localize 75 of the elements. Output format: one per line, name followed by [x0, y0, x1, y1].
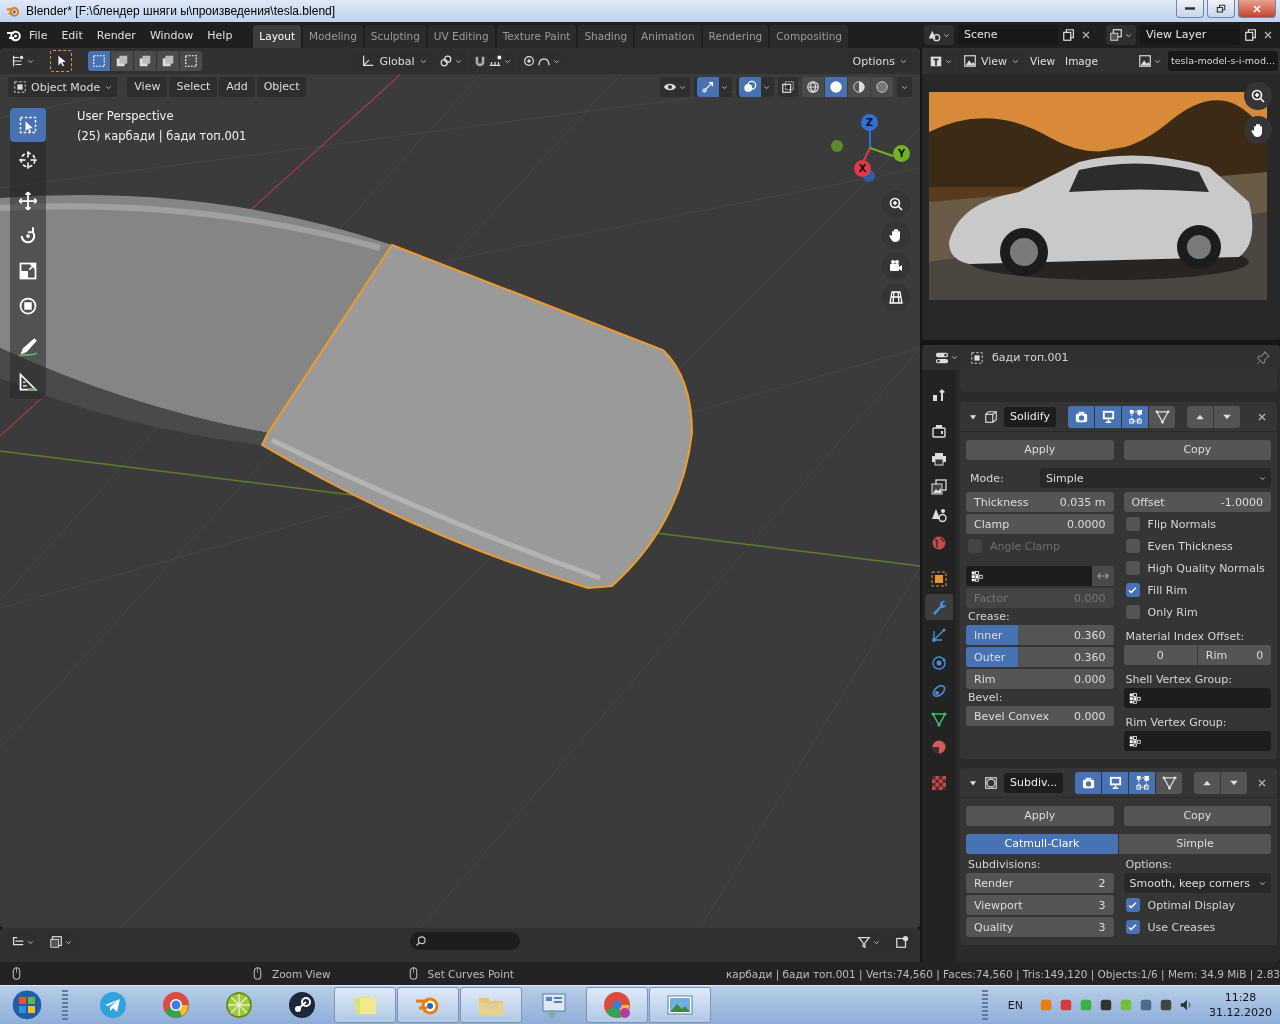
menu-item[interactable]: View — [1026, 55, 1060, 67]
workspace-tab[interactable]: Rendering — [702, 25, 769, 48]
menu-item[interactable]: Window — [142, 28, 201, 42]
checkbox-label: High Quality Normals — [1147, 561, 1265, 575]
window-title: Blender* [F:\блендер шняги ы\произведения\tesla.blend] — [26, 4, 337, 18]
language-indicator[interactable]: EN — [1007, 998, 1023, 1012]
menu-item[interactable]: File — [22, 28, 55, 42]
checkbox-label: Fill Rim — [1147, 583, 1188, 597]
menu-button[interactable]: Add — [219, 77, 255, 97]
scene-field[interactable]: Scene — [958, 25, 1058, 45]
view-layer-field[interactable]: View Layer — [1140, 25, 1240, 45]
section-label: Material Index Offset: — [1124, 630, 1246, 643]
clock-time[interactable]: 11:28 — [1224, 991, 1257, 1004]
workspace-tab[interactable]: Modeling — [303, 25, 363, 48]
hint-text: Set Curves Point — [427, 967, 514, 980]
section-label: Options: — [1124, 858, 1173, 871]
number-field[interactable]: Bevel Convex 0.000 — [966, 706, 1114, 726]
checkbox-label: Flip Normals — [1147, 517, 1216, 531]
slider[interactable]: Inner 0.360 — [966, 625, 1114, 645]
menu-item[interactable]: Help — [200, 28, 240, 42]
axis-handle[interactable]: Y — [893, 145, 910, 162]
action-button[interactable]: Apply — [966, 440, 1114, 460]
action-button[interactable]: Copy — [1123, 440, 1272, 460]
checkbox-label: Even Thickness — [1147, 539, 1233, 553]
dropdown[interactable]: Smooth, keep corners — [1123, 873, 1272, 893]
section-label: Crease: — [967, 610, 1011, 623]
object-name: бади топ.001 — [992, 351, 1069, 364]
action-button[interactable]: Copy — [1123, 806, 1272, 826]
field-label: Mode: — [969, 471, 1005, 485]
workspace-tab[interactable]: Shading — [578, 25, 634, 48]
number-field[interactable]: 0 — [1123, 645, 1197, 665]
checkbox-label: Only Rim — [1147, 605, 1198, 619]
number-field[interactable]: Viewport 3 — [966, 895, 1114, 915]
action-button[interactable]: Apply — [966, 806, 1114, 826]
number-field[interactable]: Rim 0 — [1197, 645, 1272, 665]
menu-button[interactable]: View — [127, 77, 168, 97]
section-label: Rim Vertex Group: — [1124, 716, 1228, 729]
mode-dropdown[interactable]: Object Mode — [8, 77, 118, 97]
number-field[interactable]: Clamp 0.0000 — [966, 514, 1114, 534]
number-field[interactable]: Quality 3 — [966, 917, 1114, 937]
workspace-tab[interactable]: Sculpting — [364, 25, 426, 48]
menu-button[interactable]: Object — [256, 77, 307, 97]
menu-item[interactable]: Edit — [54, 28, 90, 42]
viewport-info-text: (25) карбади | бади топ.001 — [77, 129, 247, 143]
hint-text: Zoom View — [272, 967, 331, 980]
workspace-tab[interactable]: Compositing — [770, 25, 849, 48]
image-name-field[interactable]: tesla-model-s-i-mod... — [1167, 51, 1278, 71]
workspace-tab[interactable]: UV Editing — [427, 25, 495, 48]
workspace-tab[interactable]: Animation — [635, 25, 701, 48]
subdivision-type-button[interactable]: Catmull-Clark — [966, 834, 1119, 854]
menu-item[interactable]: Render — [89, 28, 143, 42]
section-label: Shell Vertex Group: — [1124, 673, 1233, 686]
section-label: Bevel: — [967, 691, 1004, 704]
modifier-name-field[interactable]: Subdiv... — [1004, 772, 1064, 793]
workspace-tab[interactable]: Texture Paint — [496, 25, 577, 48]
workspace-tab[interactable]: Layout — [253, 25, 302, 48]
menu-button[interactable]: Select — [169, 77, 218, 97]
checkbox-label: Angle Clamp — [990, 539, 1060, 553]
subdivision-type-button[interactable]: Simple — [1119, 834, 1272, 854]
clock-date[interactable]: 31.12.2020 — [1209, 1006, 1272, 1019]
mode-dropdown[interactable]: Simple — [1040, 468, 1272, 488]
checkbox-label: Use Creases — [1147, 920, 1216, 934]
number-field[interactable]: Thickness 0.035 m — [966, 492, 1114, 512]
number-field[interactable]: Render 2 — [966, 873, 1114, 893]
number-field[interactable]: Offset -1.0000 — [1123, 492, 1272, 512]
axis-handle[interactable]: X — [854, 160, 871, 177]
menu-item[interactable]: Image — [1061, 55, 1102, 67]
scene-statistics: карбади | бади топ.001 | Verts:74,560 | Faces:74,560 | Tris:149,120 | Objects:1/6 | Mem: 34.9 MiB | 2.83 — [725, 967, 1280, 980]
section-label: Subdivisions: — [967, 858, 1042, 871]
axis-handle[interactable]: Z — [861, 114, 878, 131]
slider[interactable]: Outer 0.360 — [966, 647, 1114, 667]
viewport-info-text: User Perspective — [77, 109, 175, 123]
checkbox-label: Optimal Display — [1147, 898, 1236, 912]
modifier-name-field[interactable]: Solidify — [1004, 406, 1057, 427]
number-field[interactable]: Rim 0.000 — [966, 669, 1114, 689]
